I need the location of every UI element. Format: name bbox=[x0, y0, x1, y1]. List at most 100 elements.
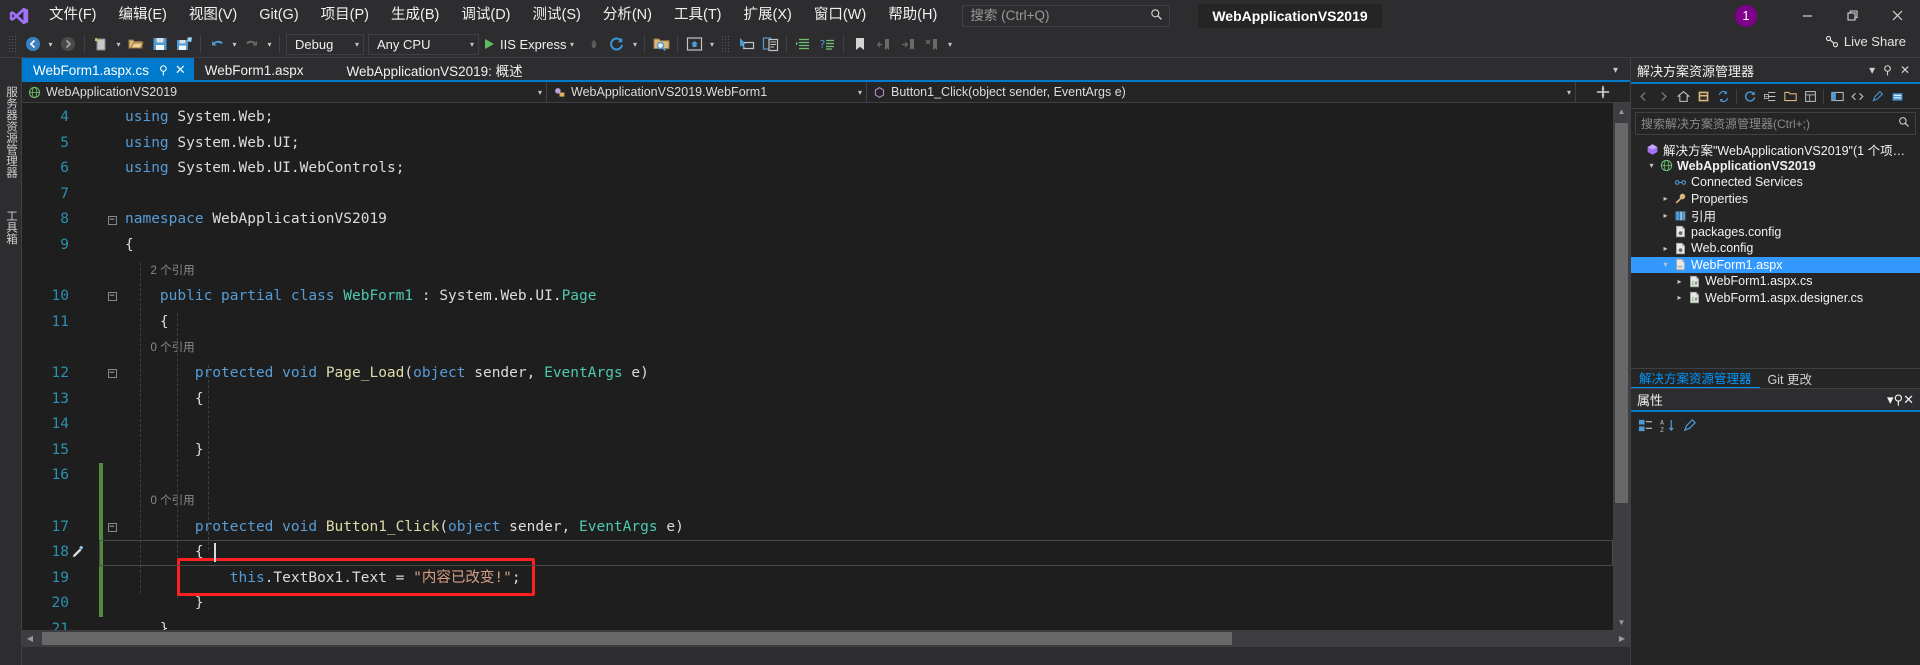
tree-item-properties[interactable]: ▸Properties bbox=[1631, 191, 1920, 208]
bookmark-previous-icon[interactable] bbox=[872, 32, 896, 56]
nav-project-dropdown[interactable]: WebApplicationVS2019 ▾ bbox=[22, 82, 547, 102]
tree-item-webapplicationvs2019-1-1[interactable]: 解决方案"WebApplicationVS2019"(1 个项目/共 1 个) bbox=[1631, 141, 1920, 158]
redo-dropdown[interactable]: ▾ bbox=[264, 40, 275, 49]
solution-tree[interactable]: 解决方案"WebApplicationVS2019"(1 个项目/共 1 个) ▾… bbox=[1631, 138, 1920, 368]
chevron-down-icon[interactable]: ▾ bbox=[1865, 63, 1879, 77]
fold-toggle[interactable]: − bbox=[103, 292, 121, 301]
glyph-margin[interactable] bbox=[77, 310, 99, 336]
chevron-down-icon[interactable]: ▾ bbox=[1607, 65, 1624, 76]
se-add-new-icon[interactable] bbox=[1887, 86, 1907, 106]
se-preview-icon[interactable] bbox=[1827, 86, 1847, 106]
code-line[interactable]: 17− protected void Button1_Click(object … bbox=[22, 515, 1613, 541]
code-line[interactable]: 20 } bbox=[22, 591, 1613, 617]
solution-platform-combo[interactable]: Any CPU ▾ bbox=[368, 34, 479, 55]
code-line[interactable]: 13 { bbox=[22, 387, 1613, 413]
restart-icon[interactable] bbox=[605, 32, 629, 56]
code-line[interactable]: 8−namespace WebApplicationVS2019 bbox=[22, 207, 1613, 233]
code-editor[interactable]: 4using System.Web;5using System.Web.UI;6… bbox=[22, 103, 1613, 630]
code-line[interactable]: 12− protected void Page_Load(object send… bbox=[22, 361, 1613, 387]
se-back-icon[interactable] bbox=[1633, 86, 1653, 106]
glyph-margin[interactable] bbox=[77, 335, 99, 361]
codelens-reference-count[interactable]: 0 个引用 bbox=[125, 495, 195, 507]
minimize-button[interactable] bbox=[1785, 0, 1830, 31]
tree-item-webform1-aspx-cs[interactable]: ▸C#WebForm1.aspx.cs bbox=[1631, 273, 1920, 290]
chevron-right-icon[interactable]: ▸ bbox=[1659, 244, 1672, 253]
menu-edit[interactable]: 编辑(E) bbox=[108, 0, 178, 31]
codelens-reference-count[interactable]: 0 个引用 bbox=[125, 342, 195, 354]
solution-config-combo[interactable]: Debug ▾ bbox=[286, 34, 364, 55]
se-properties-icon[interactable] bbox=[1800, 86, 1820, 106]
glyph-margin[interactable] bbox=[77, 617, 99, 630]
nav-type-dropdown[interactable]: WebApplicationVS2019.WebForm1 ▾ bbox=[547, 82, 867, 102]
close-button[interactable] bbox=[1875, 0, 1920, 31]
code-line[interactable]: 6using System.Web.UI.WebControls; bbox=[22, 156, 1613, 182]
se-pending-changes-icon[interactable] bbox=[1693, 86, 1713, 106]
tab-git-changes[interactable]: Git 更改 bbox=[1760, 369, 1820, 389]
chevron-right-icon[interactable]: ▸ bbox=[1659, 211, 1672, 220]
code-line[interactable]: 10− public partial class WebForm1 : Syst… bbox=[22, 284, 1613, 310]
format-document-icon[interactable] bbox=[791, 32, 815, 56]
glyph-margin[interactable] bbox=[77, 515, 99, 541]
codelens-reference-count[interactable]: 2 个引用 bbox=[125, 265, 195, 277]
se-home-icon[interactable] bbox=[1673, 86, 1693, 106]
fold-toggle[interactable]: − bbox=[103, 369, 121, 378]
tab-solution-explorer[interactable]: 解决方案资源管理器 bbox=[1631, 369, 1760, 389]
glyph-margin[interactable] bbox=[77, 207, 99, 233]
scroll-right-icon[interactable]: ▶ bbox=[1614, 634, 1630, 643]
codelens-line[interactable]: 0 个引用 bbox=[22, 335, 1613, 361]
undo-dropdown[interactable]: ▾ bbox=[229, 40, 240, 49]
tree-item-[interactable]: ▸引用 bbox=[1631, 207, 1920, 224]
glyph-margin[interactable] bbox=[77, 182, 99, 208]
global-search-box[interactable] bbox=[962, 5, 1170, 27]
close-icon[interactable]: ✕ bbox=[1903, 392, 1914, 408]
se-show-all-files-icon[interactable] bbox=[1780, 86, 1800, 106]
menu-git[interactable]: Git(G) bbox=[248, 0, 309, 31]
solution-explorer-search-input[interactable] bbox=[1636, 117, 1880, 131]
menu-view[interactable]: 视图(V) bbox=[178, 0, 248, 31]
glyph-margin[interactable] bbox=[77, 489, 99, 515]
bookmark-icon[interactable] bbox=[848, 32, 872, 56]
code-line[interactable]: 16 bbox=[22, 463, 1613, 489]
menu-debug[interactable]: 调试(D) bbox=[450, 0, 521, 31]
open-file-icon[interactable] bbox=[124, 32, 148, 56]
chevron-down-icon[interactable]: ▾ bbox=[1659, 260, 1672, 269]
glyph-margin[interactable] bbox=[77, 387, 99, 413]
fold-toggle[interactable]: − bbox=[103, 216, 121, 225]
glyph-margin[interactable] bbox=[77, 540, 99, 566]
solution-explorer-search[interactable] bbox=[1635, 112, 1916, 135]
glyph-margin[interactable] bbox=[77, 259, 99, 285]
bookmark-next-icon[interactable] bbox=[896, 32, 920, 56]
properties-categorized-icon[interactable] bbox=[1635, 415, 1655, 435]
pin-icon[interactable]: ⚲ bbox=[159, 63, 168, 77]
menu-window[interactable]: 窗口(W) bbox=[803, 0, 877, 31]
start-debug-button[interactable]: IIS Express ▾ bbox=[481, 32, 581, 56]
scroll-up-icon[interactable]: ▲ bbox=[1613, 103, 1630, 119]
hot-reload-icon[interactable] bbox=[581, 32, 605, 56]
sidebar-tab-server-explorer[interactable]: 服务器资源管理器 bbox=[0, 80, 22, 184]
find-in-files-icon[interactable] bbox=[649, 32, 673, 56]
live-share-button[interactable]: Live Share bbox=[1825, 34, 1906, 49]
close-icon[interactable]: ✕ bbox=[1896, 63, 1914, 77]
codelens-line[interactable]: 0 个引用 bbox=[22, 489, 1613, 515]
code-line[interactable]: 14 bbox=[22, 412, 1613, 438]
chevron-down-icon[interactable]: ▾ bbox=[1645, 161, 1658, 170]
redo-icon[interactable] bbox=[240, 32, 264, 56]
codelens-line[interactable]: 2 个引用 bbox=[22, 259, 1613, 285]
hscrollbar-thumb[interactable] bbox=[42, 632, 1232, 645]
glyph-margin[interactable] bbox=[77, 284, 99, 310]
glyph-margin[interactable] bbox=[77, 105, 99, 131]
tab-webform1-aspx[interactable]: WebForm1.aspx bbox=[194, 58, 312, 82]
start-debug-dropdown[interactable]: ▾ bbox=[566, 40, 577, 49]
fold-toggle[interactable]: − bbox=[103, 523, 121, 532]
sidebar-tab-toolbox[interactable]: 工具箱 bbox=[0, 204, 22, 251]
code-line[interactable]: 19 this.TextBox1.Text = "内容已改变!"; bbox=[22, 566, 1613, 592]
chevron-right-icon[interactable]: ▸ bbox=[1673, 277, 1686, 286]
se-collapse-all-icon[interactable] bbox=[1760, 86, 1780, 106]
code-line[interactable]: 4using System.Web; bbox=[22, 105, 1613, 131]
pin-icon[interactable]: ⚲ bbox=[1879, 63, 1896, 77]
glyph-margin[interactable] bbox=[77, 233, 99, 259]
scroll-down-icon[interactable]: ▼ bbox=[1613, 614, 1630, 630]
properties-alphabetical-icon[interactable]: AZ bbox=[1657, 415, 1677, 435]
toolbar-grip-2[interactable] bbox=[721, 35, 730, 53]
tab-webform1-aspx-cs[interactable]: WebForm1.aspx.cs ⚲ ✕ bbox=[22, 58, 194, 82]
